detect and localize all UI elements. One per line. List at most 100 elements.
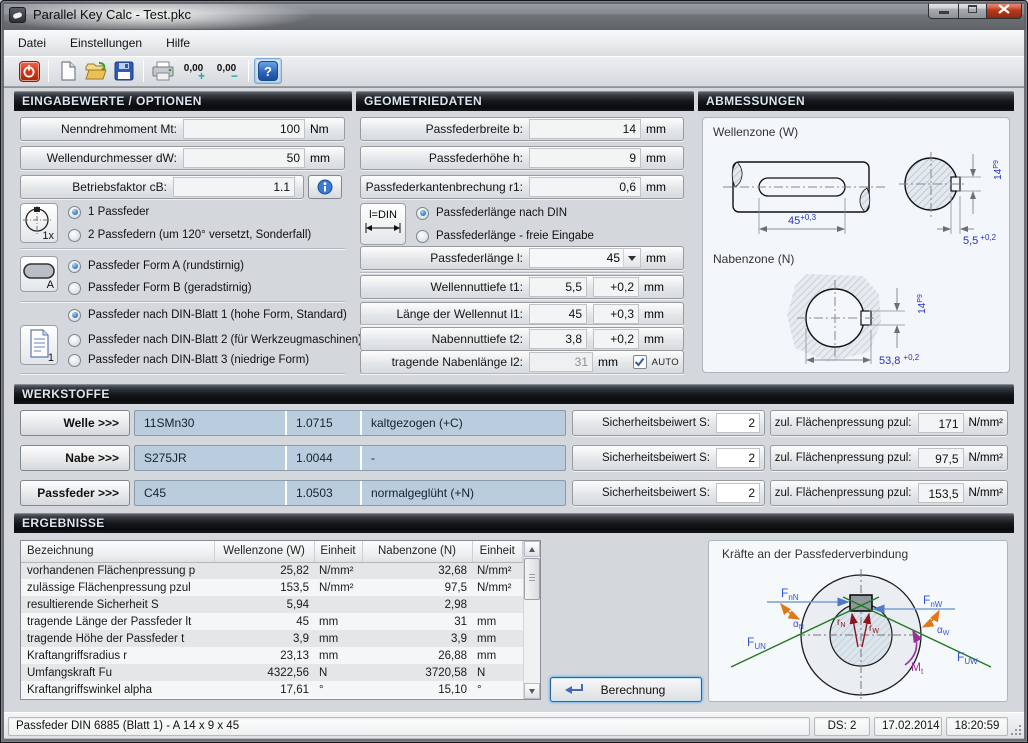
force-label-fuw: FUW bbox=[957, 650, 978, 666]
option-form-a[interactable]: Passfeder Form A (rundstirnig) bbox=[68, 258, 244, 274]
shaft-zone-label: Wellenzone (W) bbox=[713, 125, 798, 139]
table-row: Kraftangriffswinkel alpha17,61°15,10° bbox=[21, 681, 523, 698]
shaft-groove-length-row: Länge der Wellennut l1: mm bbox=[360, 302, 684, 326]
exit-button[interactable] bbox=[15, 58, 43, 84]
force-diagram-title: Kräfte an der Passfederverbindung bbox=[722, 547, 908, 561]
hub-safety-input[interactable] bbox=[716, 448, 760, 468]
service-factor-info-button[interactable] bbox=[308, 175, 342, 199]
close-button[interactable] bbox=[987, 0, 1022, 19]
key-length-icon-box[interactable]: l=DIN bbox=[360, 203, 406, 245]
option-din-sheet-2[interactable]: Passfeder nach DIN-Blatt 2 (für Werkzeug… bbox=[68, 332, 362, 348]
toolbar-separator bbox=[48, 60, 49, 82]
shaft-material-button[interactable]: Welle >>> bbox=[20, 410, 130, 436]
minimize-button[interactable] bbox=[928, 0, 959, 19]
force-diagram-box: Kräfte an der Passfederverbindung bbox=[708, 540, 1008, 702]
shaft-groove-depth-tolerance-input[interactable] bbox=[593, 277, 639, 297]
key-count-icon-box[interactable]: 1x bbox=[20, 203, 58, 243]
statusbar: Passfeder DIN 6885 (Blatt 1) - A 14 x 9 … bbox=[3, 712, 1025, 739]
maximize-icon bbox=[968, 5, 977, 13]
shaft-groove-length-unit: mm bbox=[639, 307, 664, 321]
shaft-groove-length-input[interactable] bbox=[529, 304, 587, 324]
option-length-free[interactable]: Passfederlänge - freie Eingabe bbox=[416, 228, 594, 244]
shaft-groove-length-tolerance-input[interactable] bbox=[593, 304, 639, 324]
window-title: Parallel Key Calc - Test.pkc bbox=[33, 7, 191, 22]
material-number: 1.0044 bbox=[285, 446, 360, 470]
column-header[interactable]: Einheit bbox=[472, 541, 523, 562]
key-chamfer-input[interactable] bbox=[529, 177, 641, 197]
scroll-up-button[interactable] bbox=[524, 541, 540, 557]
key-chamfer-unit: mm bbox=[641, 180, 666, 194]
decimal-add-button[interactable]: 0,00 + bbox=[177, 58, 210, 84]
hub-groove-depth-input[interactable] bbox=[529, 329, 587, 349]
shaft-groove-length-label: Länge der Wellennut l1: bbox=[361, 307, 529, 321]
key-safety-input[interactable] bbox=[716, 483, 760, 503]
service-factor-input[interactable] bbox=[173, 177, 295, 197]
option-length-din[interactable]: Passfederlänge nach DIN bbox=[416, 205, 567, 221]
open-file-button[interactable] bbox=[82, 58, 110, 84]
column-header[interactable]: Einheit bbox=[314, 541, 362, 562]
menu-einstellungen[interactable]: Einstellungen bbox=[61, 33, 151, 53]
maximize-button[interactable] bbox=[959, 0, 987, 19]
column-header[interactable]: Bezeichnung bbox=[21, 541, 214, 562]
keyway-depth-dim: 5,5+0,2 bbox=[963, 233, 997, 247]
scrollbar-thumb[interactable] bbox=[524, 558, 540, 600]
key-width-input[interactable] bbox=[529, 119, 641, 139]
hub-material-button[interactable]: Nabe >>> bbox=[20, 445, 130, 471]
column-header[interactable]: Wellenzone (W) bbox=[214, 541, 314, 562]
service-factor-label: Betriebsfaktor cB: bbox=[21, 180, 173, 194]
inputs-panel-header: EINGABEWERTE / OPTIONEN bbox=[14, 91, 352, 111]
shaft-safety-input[interactable] bbox=[716, 413, 760, 433]
material-name: C45 bbox=[135, 481, 285, 505]
hub-zone-drawing: 14P9 53,8+0,2 bbox=[707, 268, 1003, 372]
option-din-sheet-1[interactable]: Passfeder nach DIN-Blatt 1 (hohe Form, S… bbox=[68, 307, 347, 323]
help-button[interactable]: ? bbox=[254, 58, 282, 84]
shaft-diameter-input[interactable] bbox=[183, 148, 305, 168]
menu-datei[interactable]: Datei bbox=[9, 33, 55, 53]
option-label: Passfederlänge - freie Eingabe bbox=[436, 230, 594, 242]
option-label: Passfeder nach DIN-Blatt 2 (für Werkzeug… bbox=[88, 334, 362, 346]
chevron-down-icon bbox=[628, 256, 636, 265]
key-material-button[interactable]: Passfeder >>> bbox=[20, 480, 130, 506]
save-button[interactable] bbox=[110, 58, 138, 84]
menu-hilfe[interactable]: Hilfe bbox=[157, 33, 199, 53]
vertical-scrollbar[interactable] bbox=[523, 541, 540, 699]
column-header[interactable]: Nabenzone (N) bbox=[362, 541, 472, 562]
print-icon bbox=[151, 60, 175, 82]
decimal-remove-button[interactable]: 0,00 − bbox=[210, 58, 243, 84]
option-two-keys[interactable]: 2 Passfedern (um 120° versetzt, Sonderfa… bbox=[68, 227, 311, 243]
new-file-button[interactable] bbox=[54, 58, 82, 84]
scroll-down-button[interactable] bbox=[524, 683, 540, 699]
print-button[interactable] bbox=[149, 58, 177, 84]
resize-grip[interactable] bbox=[1008, 722, 1021, 735]
hub-zone-label: Nabenzone (N) bbox=[713, 252, 794, 266]
auto-checkbox[interactable] bbox=[633, 355, 647, 369]
option-din-sheet-3[interactable]: Passfeder nach DIN-Blatt 3 (niedrige For… bbox=[68, 352, 309, 368]
key-length-label: Passfederlänge l: bbox=[361, 251, 529, 265]
status-message: Passfeder DIN 6885 (Blatt 1) - A 14 x 9 … bbox=[8, 717, 810, 736]
app-window: Parallel Key Calc - Test.pkc Datei Einst… bbox=[0, 0, 1028, 743]
shaft-groove-depth-input[interactable] bbox=[529, 277, 587, 297]
key-height-input[interactable] bbox=[529, 148, 641, 168]
key-pressure-row: zul. Flächenpressung pzul: 153,5 N/mm² bbox=[770, 480, 1008, 506]
hub-dim: 53,8+0,2 bbox=[879, 353, 920, 367]
pressure-unit: N/mm² bbox=[964, 417, 1004, 429]
key-form-icon-box[interactable]: A bbox=[20, 256, 58, 292]
key-length-dropdown-button[interactable] bbox=[623, 249, 640, 267]
radio-icon bbox=[68, 282, 81, 295]
din-sheet-icon-box[interactable]: 1 bbox=[20, 325, 58, 365]
option-label: 1 Passfeder bbox=[88, 206, 149, 218]
hub-groove-depth-tolerance-input[interactable] bbox=[593, 329, 639, 349]
calculate-button[interactable]: Berechnung bbox=[550, 677, 702, 702]
force-label-fnn: FnN bbox=[781, 586, 799, 602]
torque-input[interactable] bbox=[183, 119, 305, 139]
option-one-key[interactable]: 1 Passfeder bbox=[68, 204, 149, 220]
material-treatment: normalgeglüht (+N) bbox=[360, 481, 565, 505]
option-form-b[interactable]: Passfeder Form B (geradstirnig) bbox=[68, 280, 252, 296]
save-icon bbox=[113, 60, 135, 82]
key-length-input[interactable] bbox=[530, 251, 623, 265]
key-width-unit: mm bbox=[641, 122, 666, 136]
shaft-diameter-row: Wellendurchmesser dW: mm bbox=[20, 146, 345, 170]
titlebar[interactable]: Parallel Key Calc - Test.pkc bbox=[0, 0, 1028, 30]
exit-icon bbox=[19, 61, 40, 82]
hub-material-field: S275JR 1.0044 - bbox=[134, 445, 566, 471]
